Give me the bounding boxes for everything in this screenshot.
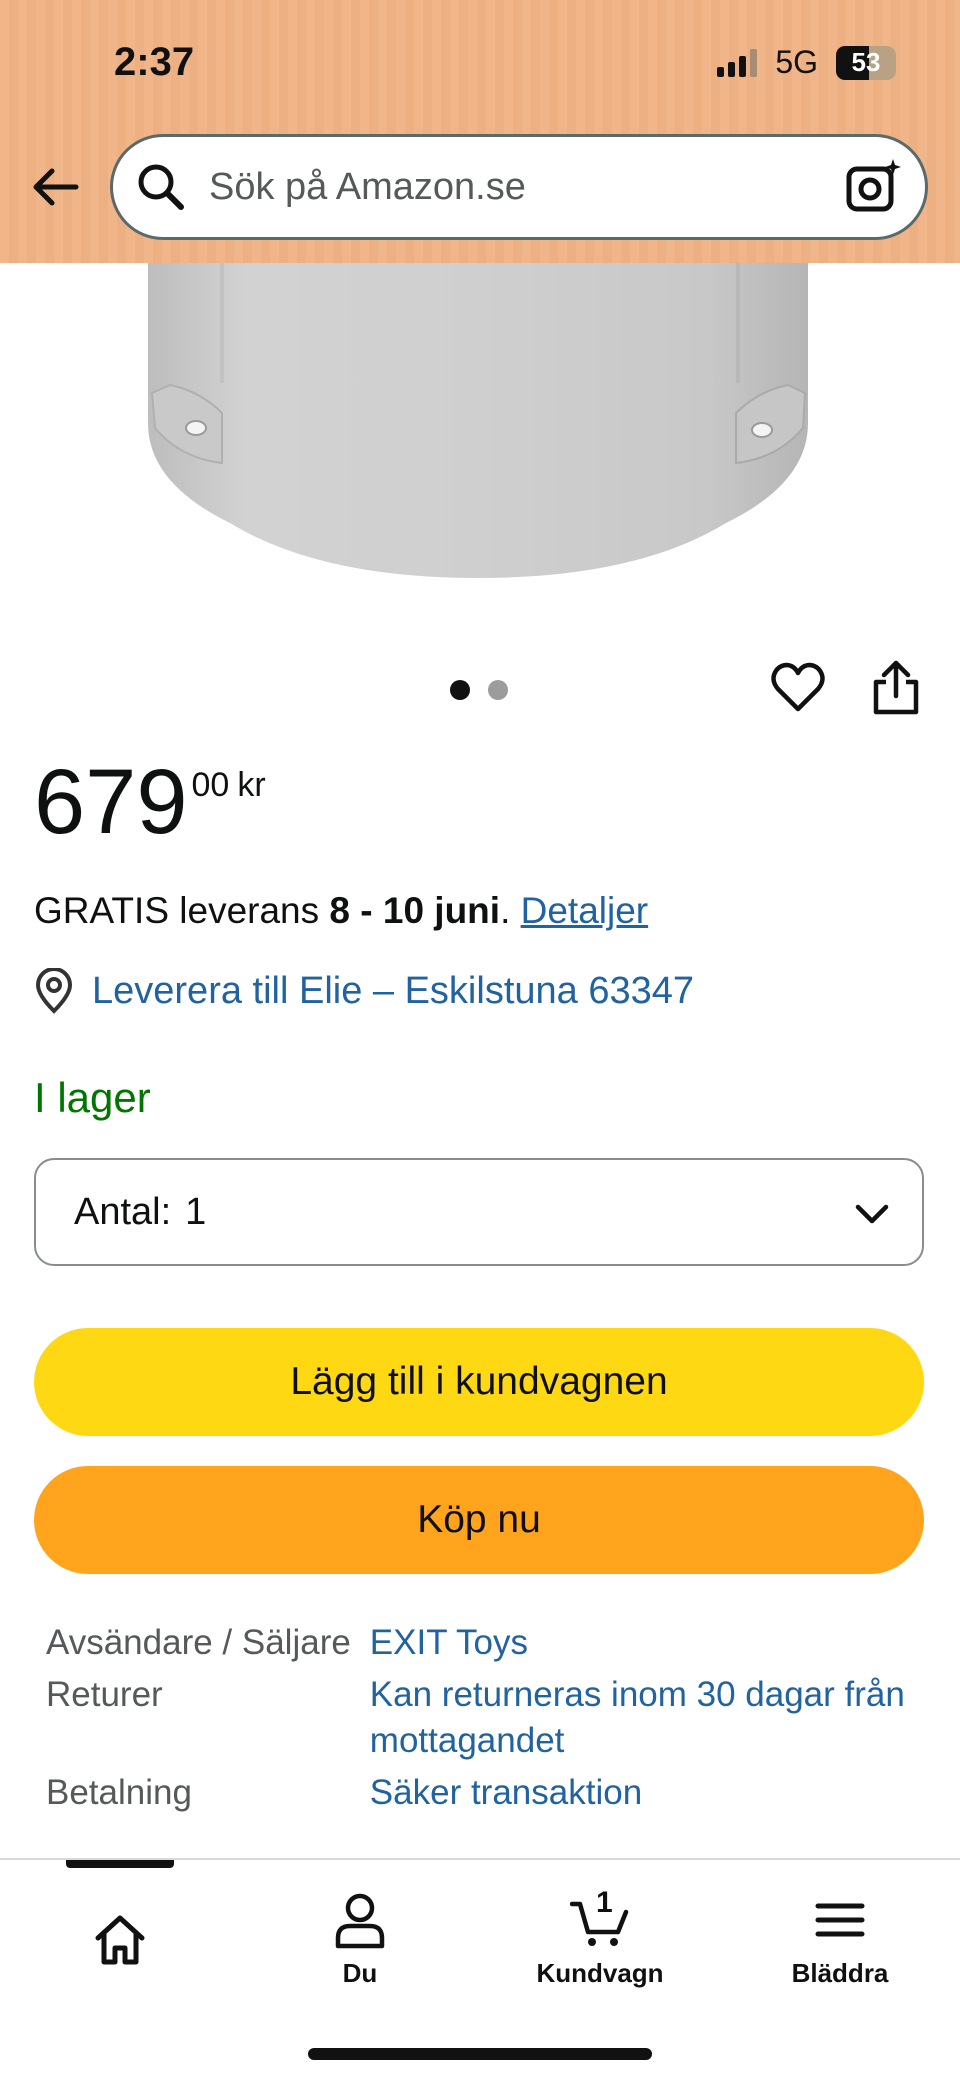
heart-icon[interactable] <box>770 660 826 716</box>
delivery-dates: 8 - 10 juni <box>329 890 501 931</box>
carousel-indicator <box>450 680 508 700</box>
carousel-dot[interactable] <box>488 680 508 700</box>
quantity-label: Antal: <box>74 1190 172 1233</box>
price-whole: 679 <box>34 751 188 853</box>
cart-count-badge: 1 <box>596 1886 613 1919</box>
network-type: 5G <box>775 44 818 80</box>
seller-info: Avsändare / Säljare EXIT Toys Returer Ka… <box>46 1620 926 1822</box>
active-tab-indicator <box>66 1860 174 1868</box>
home-indicator-bar <box>308 2048 652 2060</box>
quantity-value: 1 <box>185 1190 207 1233</box>
home-icon <box>95 1915 145 1965</box>
carousel-dot-active[interactable] <box>450 680 470 700</box>
deliver-to[interactable]: Leverera till Elie – Eskilstuna 63347 <box>34 968 694 1014</box>
info-row-seller: Avsändare / Säljare EXIT Toys <box>46 1620 926 1666</box>
price: 679 00 kr <box>34 752 266 852</box>
quantity-select[interactable]: Antal: 1 <box>34 1158 924 1266</box>
delivery-period: . <box>500 890 521 931</box>
nav-label-cart: Kundvagn <box>536 1958 664 1988</box>
nav-label-you: Du <box>342 1958 378 1988</box>
menu-icon <box>815 1903 865 1937</box>
chevron-down-icon <box>855 1204 889 1224</box>
deliver-to-text[interactable]: Leverera till Elie – Eskilstuna 63347 <box>92 970 694 1013</box>
payment-link[interactable]: Säker transaktion <box>370 1770 926 1816</box>
nav-browse[interactable]: Bläddra <box>740 1890 940 1989</box>
info-row-payment: Betalning Säker transaktion <box>46 1770 926 1816</box>
delivery-details-link[interactable]: Detaljer <box>521 890 649 931</box>
signal-icon <box>717 48 758 77</box>
returns-link[interactable]: Kan returneras inom 30 dagar från mottag… <box>370 1672 926 1764</box>
buy-now-button[interactable]: Köp nu <box>34 1466 924 1574</box>
nav-home[interactable] <box>20 1890 220 1970</box>
delivery-info: GRATIS leverans 8 - 10 juni. Detaljer <box>34 890 648 932</box>
info-key: Avsändare / Säljare <box>46 1623 351 1662</box>
location-pin-icon <box>35 968 73 1014</box>
camera-search-icon[interactable] <box>845 157 903 215</box>
status-indicators: 5G 53 <box>717 44 896 81</box>
nav-cart[interactable]: 1 Kundvagn <box>500 1886 700 1989</box>
stock-status: I lager <box>34 1074 151 1121</box>
info-row-returns: Returer Kan returneras inom 30 dagar frå… <box>46 1672 926 1764</box>
info-key: Returer <box>46 1675 163 1714</box>
seller-link[interactable]: EXIT Toys <box>370 1620 926 1666</box>
price-fraction: 00 <box>191 766 230 804</box>
back-arrow-icon[interactable] <box>28 160 82 214</box>
price-currency: kr <box>237 766 266 804</box>
status-time: 2:37 <box>114 40 195 84</box>
product-photo <box>148 263 808 578</box>
search-icon <box>138 164 184 210</box>
search-input[interactable]: Sök på Amazon.se <box>209 166 526 209</box>
add-to-cart-button[interactable]: Lägg till i kundvagnen <box>34 1328 924 1436</box>
delivery-prefix: GRATIS leverans <box>34 890 320 931</box>
app-header: 2:37 5G 53 Sök på Amazon.se <box>0 0 960 263</box>
battery-icon: 53 <box>836 45 896 80</box>
user-icon <box>335 1893 385 1949</box>
search-bar[interactable]: Sök på Amazon.se <box>110 134 928 240</box>
share-icon[interactable] <box>870 660 922 716</box>
info-key: Betalning <box>46 1773 192 1812</box>
product-image[interactable] <box>0 263 960 598</box>
nav-label-browse: Bläddra <box>791 1958 889 1988</box>
nav-you[interactable]: Du <box>260 1890 460 1989</box>
bottom-nav: Du 1 Kundvagn Bläddra <box>0 1858 960 2078</box>
battery-level: 53 <box>851 47 881 77</box>
